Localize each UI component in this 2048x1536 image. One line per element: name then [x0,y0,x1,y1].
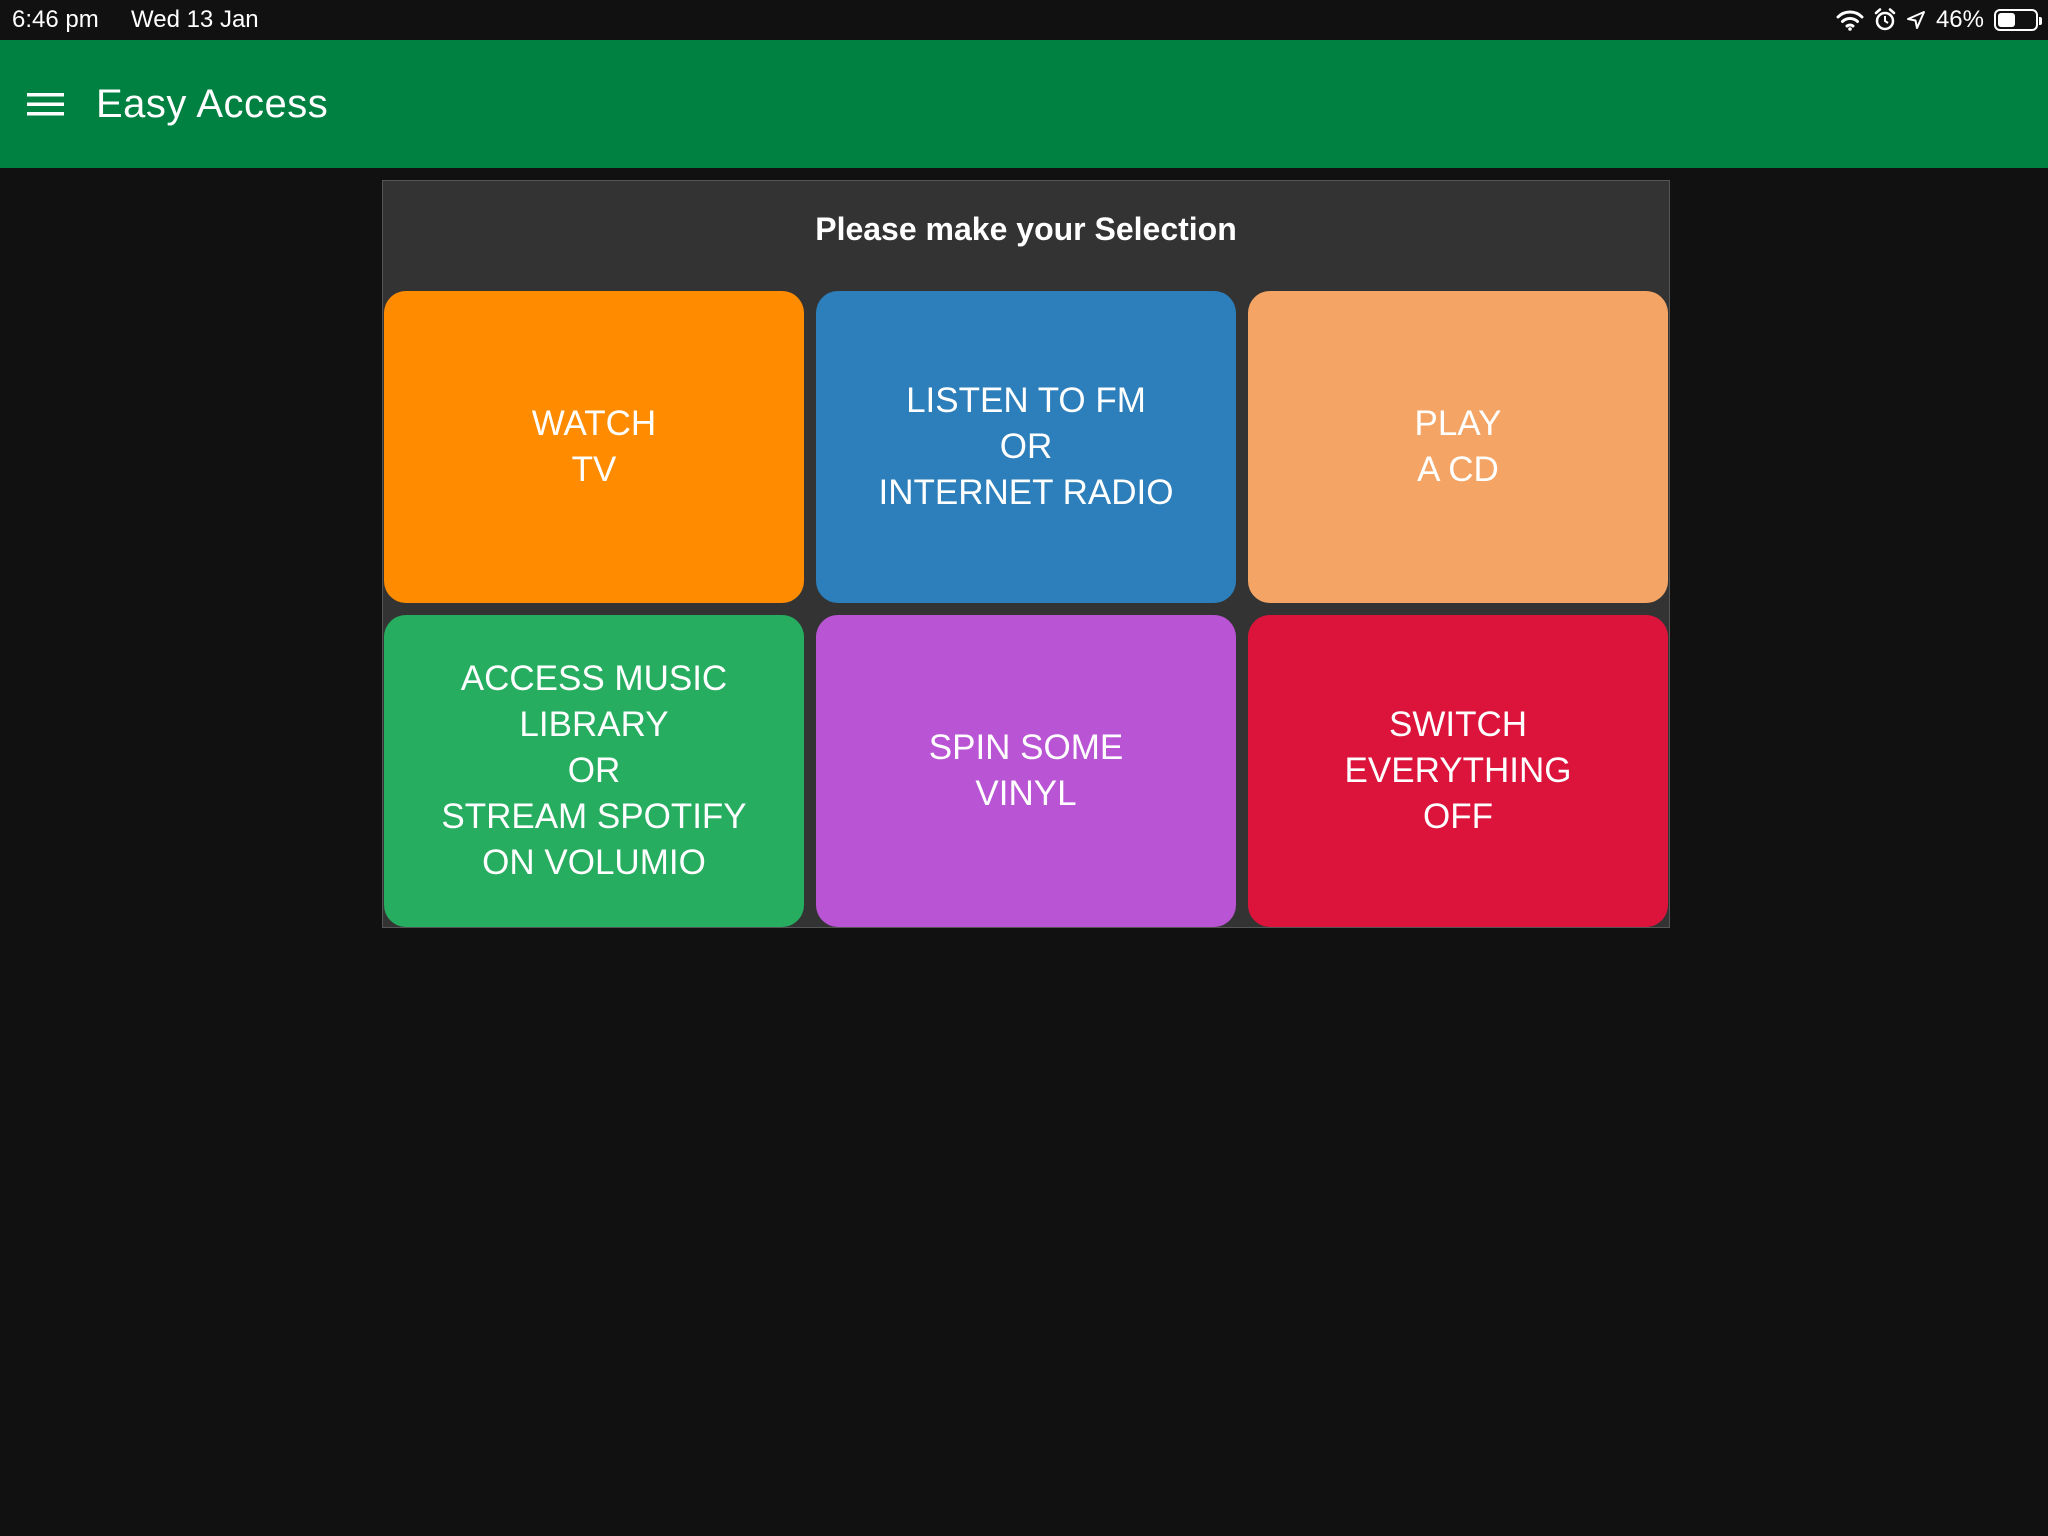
status-date: Wed 13 Jan [131,6,259,33]
watch-tv-button[interactable]: WATCH TV [384,291,804,603]
status-indicators: 46% [1836,4,2042,36]
tile-label: ACCESS MUSIC LIBRARY OR STREAM SPOTIFY O… [441,659,747,882]
wifi-icon [1836,9,1864,31]
tile-label: WATCH TV [531,404,657,489]
selection-panel: Please make your Selection WATCH TV LIST… [382,180,1670,928]
hamburger-menu-icon[interactable] [26,80,86,128]
tile-label: PLAY A CD [1414,404,1502,489]
app-bar: Easy Access [0,40,2048,168]
listen-radio-button[interactable]: LISTEN TO FM OR INTERNET RADIO [816,291,1236,603]
play-cd-button[interactable]: PLAY A CD [1248,291,1668,603]
status-bar: 6:46 pm Wed 13 Jan 46% [0,0,2048,40]
status-time: 6:46 pm [12,6,99,33]
battery-fill [1998,13,2015,27]
tile-label: SPIN SOME VINYL [928,728,1124,813]
page-title: Easy Access [96,82,329,126]
spin-vinyl-button[interactable]: SPIN SOME VINYL [816,615,1236,927]
location-arrow-icon [1906,10,1926,30]
battery-cap [2039,17,2042,25]
battery-percent: 46% [1935,6,1984,33]
alarm-icon [1874,8,1896,32]
tile-label: SWITCH EVERYTHING OFF [1344,705,1572,836]
battery-icon [1994,9,2042,31]
panel-title: Please make your Selection [815,211,1237,247]
access-music-library-button[interactable]: ACCESS MUSIC LIBRARY OR STREAM SPOTIFY O… [384,615,804,927]
tile-label: LISTEN TO FM OR INTERNET RADIO [878,381,1174,512]
switch-off-button[interactable]: SWITCH EVERYTHING OFF [1248,615,1668,927]
